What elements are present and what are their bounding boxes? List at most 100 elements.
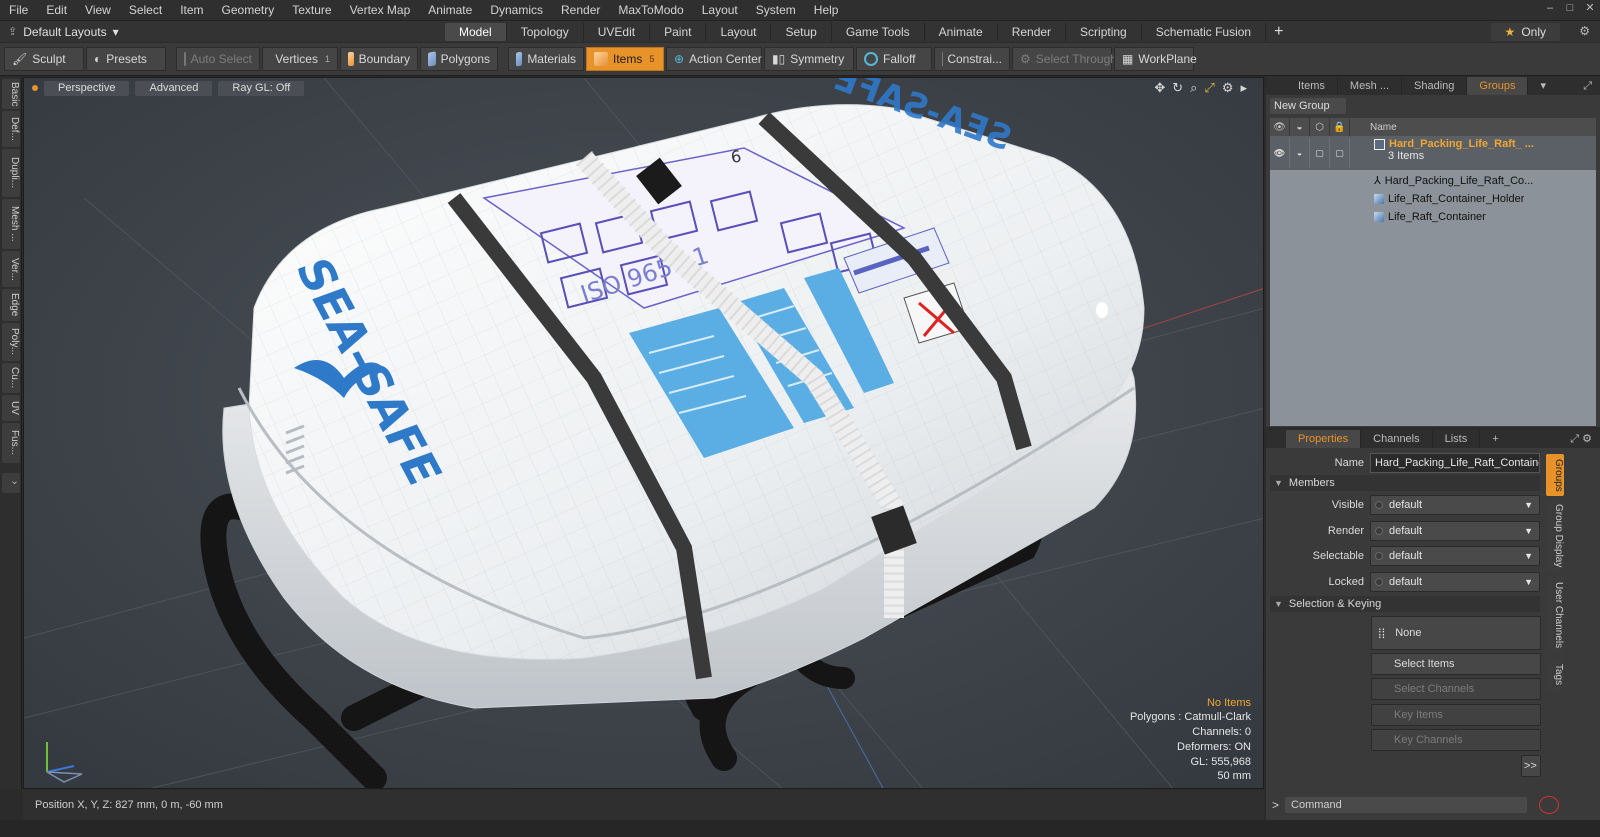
fit-view-icon[interactable]: ⤢ <box>1204 80 1214 96</box>
list-item[interactable]: Life_Raft_Container_Holder <box>1270 190 1596 207</box>
vertices-button[interactable]: Vertices 1 <box>262 47 338 71</box>
list-item-group[interactable]: 👁 ◒ ▢ ▢ Hard_Packing_Life_Raft_ ... 3 Items <box>1270 136 1596 170</box>
tab-shading[interactable]: Shading <box>1402 77 1468 95</box>
constraints-button[interactable]: Constrai... <box>934 47 1010 71</box>
tab-items[interactable]: Items <box>1286 77 1338 95</box>
tab-render[interactable]: Render <box>998 22 1067 41</box>
tab-paint[interactable]: Paint <box>650 22 707 41</box>
add-tab-icon[interactable]: + <box>1266 23 1291 41</box>
shading-mode-button[interactable]: Advanced <box>135 80 213 96</box>
eye-icon[interactable]: 👁 <box>1270 138 1290 168</box>
name-field[interactable]: Hard_Packing_Life_Raft_Container <box>1370 453 1540 473</box>
tab-model[interactable]: Model <box>445 22 507 41</box>
tab-game-tools[interactable]: Game Tools <box>832 22 925 41</box>
select-column-icon[interactable]: ⬡ <box>1310 118 1330 136</box>
tab-vertex[interactable]: Ver... <box>2 251 20 287</box>
tab-curve[interactable]: Cu... <box>2 363 20 393</box>
more-button[interactable]: >> <box>1521 755 1541 777</box>
side-tab-user-channels[interactable]: User Channels <box>1546 576 1564 654</box>
menu-layout[interactable]: Layout <box>693 3 747 17</box>
menu-dynamics[interactable]: Dynamics <box>481 3 552 17</box>
tabs-dropdown-icon[interactable]: ▾ <box>1528 77 1558 95</box>
render-column-icon[interactable]: ◒ <box>1290 118 1310 136</box>
expand-panel-icon[interactable]: ⤢ <box>1583 80 1600 93</box>
key-items-button[interactable]: Key Items <box>1371 704 1541 726</box>
close-icon[interactable]: ✕ <box>1584 2 1596 14</box>
tab-edge[interactable]: Edge <box>2 289 20 321</box>
menu-render[interactable]: Render <box>552 3 609 17</box>
layout-collapse-icon[interactable]: ⇪ <box>8 25 17 38</box>
menu-help[interactable]: Help <box>805 3 848 17</box>
tab-lists[interactable]: Lists <box>1433 430 1481 448</box>
polygons-button[interactable]: Polygons <box>420 47 498 71</box>
3d-viewport[interactable]: Perspective Advanced Ray GL: Off ✥ ↻ ⌕ ⤢… <box>23 77 1264 789</box>
tab-uvedit[interactable]: UVEdit <box>584 22 651 41</box>
tab-polygon[interactable]: Poly... <box>2 323 20 361</box>
tab-animate[interactable]: Animate <box>925 22 998 41</box>
menu-item[interactable]: Item <box>171 3 212 17</box>
select-items-button[interactable]: Select Items <box>1371 653 1541 675</box>
raygl-button[interactable]: Ray GL: Off <box>218 80 305 96</box>
presets-button[interactable]: ◐ Presets <box>86 47 166 71</box>
side-tab-tags[interactable]: Tags <box>1546 658 1564 692</box>
tab-mesh[interactable]: Mesh ... <box>1338 77 1403 95</box>
tab-setup[interactable]: Setup <box>771 22 832 41</box>
members-section[interactable]: ▼ Members <box>1270 475 1540 491</box>
materials-button[interactable]: Materials <box>508 47 584 71</box>
tab-uv[interactable]: UV <box>2 395 20 421</box>
viewport-expand-icon[interactable]: ▸ <box>1240 80 1247 96</box>
tab-scripting[interactable]: Scripting <box>1066 22 1142 41</box>
lock-column-icon[interactable]: 🔒 <box>1330 118 1350 136</box>
visible-dropdown[interactable]: default ▼ <box>1370 495 1540 515</box>
list-item[interactable]: Life_Raft_Container <box>1270 208 1596 225</box>
menu-maxtomodo[interactable]: MaxToModo <box>609 3 692 17</box>
tab-properties[interactable]: Properties <box>1286 430 1362 448</box>
command-input[interactable]: Command <box>1285 797 1528 813</box>
zoom-view-icon[interactable]: ⌕ <box>1190 80 1197 96</box>
auto-select-button[interactable]: Auto Select <box>176 47 260 71</box>
lock-toggle[interactable]: ▢ <box>1330 138 1350 168</box>
menu-file[interactable]: File <box>0 3 37 17</box>
none-selector[interactable]: ⁞⁞ None <box>1371 616 1541 650</box>
menu-select[interactable]: Select <box>120 3 171 17</box>
only-button[interactable]: ★ Only <box>1490 23 1560 41</box>
select-through-button[interactable]: ⚙ Select Through <box>1012 47 1117 71</box>
tab-groups[interactable]: Groups <box>1467 77 1529 95</box>
sculpt-button[interactable]: 🖌 Sculpt <box>4 47 84 71</box>
viewport-settings-icon[interactable]: ⚙ <box>1222 80 1234 96</box>
side-tab-group-display[interactable]: Group Display <box>1546 500 1564 572</box>
key-channels-button[interactable]: Key Channels <box>1371 729 1541 751</box>
tab-duplicate[interactable]: Dupli... <box>2 149 20 197</box>
add-tab-icon[interactable]: + <box>1480 430 1510 448</box>
move-view-icon[interactable]: ✥ <box>1154 80 1165 96</box>
locked-dropdown[interactable]: default ▼ <box>1370 572 1540 592</box>
tab-mesh-edit[interactable]: Mesh ... <box>2 199 20 249</box>
record-icon[interactable] <box>1539 796 1560 814</box>
view-type-button[interactable]: Perspective <box>44 80 130 96</box>
maximize-icon[interactable]: □ <box>1564 2 1576 14</box>
render-icon[interactable]: ◒ <box>1290 138 1310 168</box>
tab-schematic-fusion[interactable]: Schematic Fusion <box>1142 22 1267 41</box>
name-column-header[interactable]: Name <box>1350 122 1397 133</box>
menu-geometry[interactable]: Geometry <box>213 3 284 17</box>
layout-selector[interactable]: ⇪ Default Layouts ▾ <box>0 25 445 39</box>
tab-channels[interactable]: Channels <box>1361 430 1433 448</box>
render-dropdown[interactable]: default ▼ <box>1370 521 1540 541</box>
tab-deform[interactable]: Def... <box>2 111 20 147</box>
select-toggle[interactable]: ▢ <box>1310 138 1330 168</box>
symmetry-button[interactable]: ▮▯ Symmetry <box>764 47 854 71</box>
list-item[interactable]: ⅄ Hard_Packing_Life_Raft_Co... <box>1270 172 1596 189</box>
select-channels-button[interactable]: Select Channels <box>1371 678 1541 700</box>
expand-panel-icon[interactable]: ⤢ ⚙ <box>1570 432 1600 446</box>
menu-vertex-map[interactable]: Vertex Map <box>341 3 420 17</box>
tab-basic[interactable]: Basic <box>2 79 20 109</box>
visibility-column-icon[interactable]: 👁 <box>1270 118 1290 136</box>
tab-fusion[interactable]: Fus... <box>2 423 20 463</box>
menu-system[interactable]: System <box>747 3 805 17</box>
rotate-view-icon[interactable]: ↻ <box>1172 80 1183 96</box>
tab-more[interactable]: › <box>2 473 20 493</box>
minimize-icon[interactable]: – <box>1544 2 1556 14</box>
boundary-button[interactable]: Boundary <box>340 47 418 71</box>
menu-texture[interactable]: Texture <box>283 3 340 17</box>
tab-topology[interactable]: Topology <box>507 22 584 41</box>
